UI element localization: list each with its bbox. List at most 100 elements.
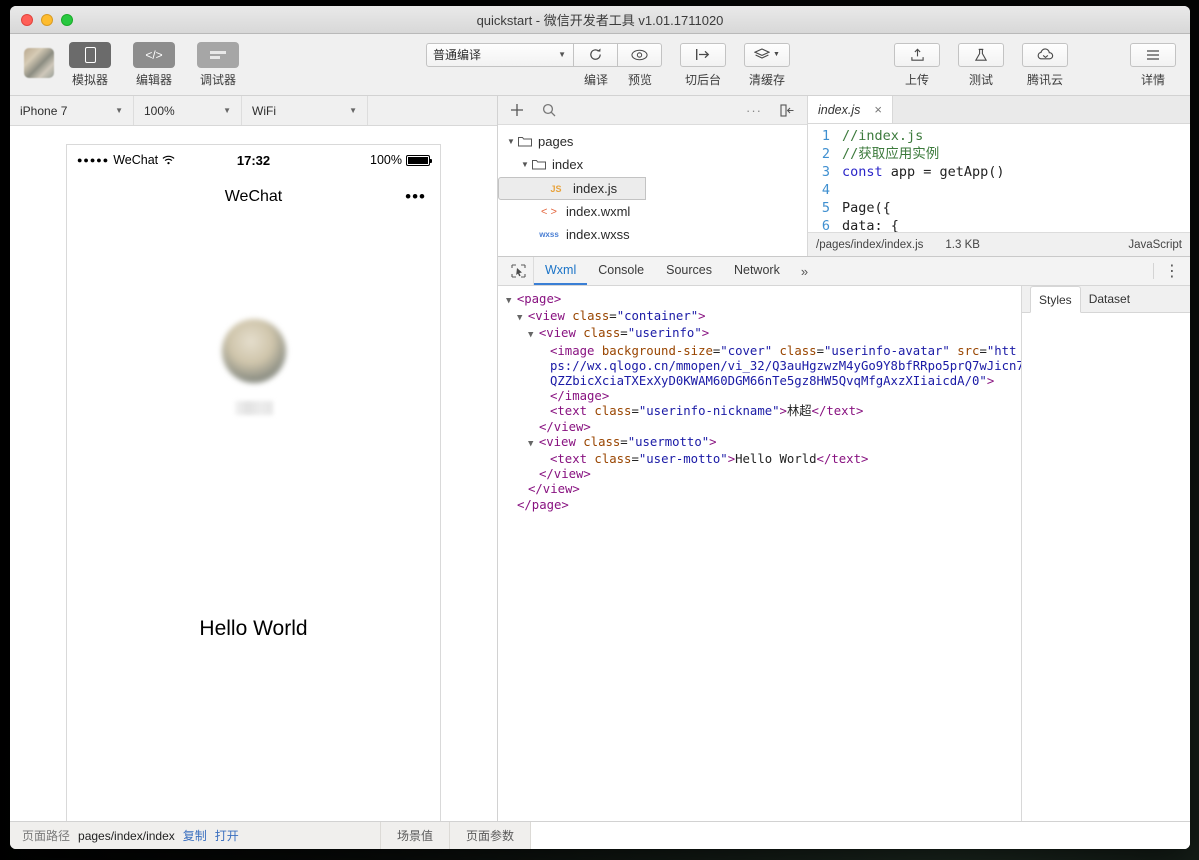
code-line: 3const app = getApp()	[808, 163, 1190, 181]
flask-icon	[958, 43, 1004, 67]
compile-button[interactable]: 编译	[574, 42, 618, 88]
collapse-panel-icon[interactable]	[780, 104, 795, 117]
wxml-node[interactable]: ▼ <view class="container">	[506, 309, 1013, 326]
wxml-node[interactable]: ▼ <view class="userinfo">	[506, 326, 1013, 343]
tree-item-index-folder[interactable]: ▼ index	[498, 153, 807, 176]
tree-item-index-wxml[interactable]: < > index.wxml	[498, 200, 807, 223]
user-avatar-icon[interactable]	[24, 48, 54, 78]
wxml-node[interactable]: ▼ <view class="usermotto">	[506, 435, 1013, 452]
toolbar-button-simulator[interactable]: 模拟器	[62, 42, 118, 88]
phone-carrier-label: WeChat	[113, 153, 158, 167]
phone-frame: ●●●●● WeChat 17:32 100% W	[66, 144, 441, 849]
compile-controls: 普通编译 ▼ 编译 预览	[426, 42, 662, 88]
device-select-value: iPhone 7	[20, 104, 67, 118]
more-options-icon[interactable]: ···	[746, 103, 762, 118]
styles-tab-styles[interactable]: Styles	[1030, 286, 1081, 313]
toolbar-button-debugger-label: 调试器	[200, 71, 236, 88]
wxml-node[interactable]: </view>	[506, 467, 1013, 482]
devtools-tab-label: Console	[598, 263, 644, 277]
styles-pane: Styles Dataset	[1022, 286, 1190, 821]
folder-icon	[532, 159, 546, 170]
chevron-down-icon[interactable]: ▼	[528, 439, 539, 449]
styles-tab-dataset[interactable]: Dataset	[1081, 286, 1138, 312]
styles-tab-label: Styles	[1039, 293, 1072, 307]
clear-cache-button[interactable]: ▼ 清缓存	[744, 42, 790, 88]
tencent-cloud-button[interactable]: 腾讯云	[1022, 42, 1068, 88]
devtools-tab-wxml[interactable]: Wxml	[534, 257, 587, 285]
devtools-tab-label: Sources	[666, 263, 712, 277]
tree-item-index-wxss[interactable]: wxss index.wxss	[498, 223, 807, 246]
chevron-down-icon[interactable]: ▼	[504, 137, 518, 146]
code-line-text: Page({	[842, 199, 891, 217]
toolbar-button-editor[interactable]: </> 编辑器	[126, 42, 182, 88]
compile-mode-select[interactable]: 普通编译 ▼	[426, 43, 574, 67]
devtools-tab-sources[interactable]: Sources	[655, 257, 723, 285]
devtools-tab-console[interactable]: Console	[587, 257, 655, 285]
editor-tab-label: index.js	[818, 103, 860, 117]
window-controls[interactable]	[21, 14, 73, 26]
wxml-node[interactable]: </view>	[506, 420, 1013, 435]
zoom-select[interactable]: 100% ▼	[134, 96, 242, 125]
page-params-button[interactable]: 页面参数	[449, 822, 530, 849]
tree-item-label: index.wxss	[566, 227, 630, 242]
editor-tab-index-js[interactable]: index.js ×	[808, 96, 893, 123]
chevron-down-icon[interactable]: ▼	[506, 296, 517, 306]
wxml-node[interactable]: <text class="user-motto">Hello World</te…	[506, 452, 1013, 467]
editor-code-area[interactable]: 1//index.js2//获取应用实例3const app = getApp(…	[808, 124, 1190, 232]
wxml-node[interactable]: ps://wx.qlogo.cn/mmopen/vi_32/Q3auHgzwzM…	[506, 359, 1013, 374]
toolbar-button-editor-label: 编辑器	[136, 71, 172, 88]
devtools-tab-label: Network	[734, 263, 780, 277]
wxml-node[interactable]: ▼ <page>	[506, 292, 1013, 309]
network-select[interactable]: WiFi ▼	[242, 96, 368, 125]
close-button[interactable]	[21, 14, 33, 26]
upload-icon	[894, 43, 940, 67]
details-button[interactable]: 详情	[1130, 42, 1176, 88]
workspace: iPhone 7 ▼ 100% ▼ WiFi ▼ ●●●●●	[10, 96, 1190, 821]
wxml-node[interactable]: </page>	[506, 498, 1013, 513]
tree-item-pages[interactable]: ▼ pages	[498, 130, 807, 153]
devtools-tab-network[interactable]: Network	[723, 257, 791, 285]
chevron-down-icon[interactable]: ▼	[517, 313, 528, 323]
close-icon[interactable]: ×	[874, 102, 882, 117]
kebab-menu-icon[interactable]: ⋮	[1164, 261, 1180, 281]
test-button[interactable]: 测试	[958, 42, 1004, 88]
editor-language: JavaScript	[1128, 239, 1182, 251]
upload-button[interactable]: 上传	[894, 42, 940, 88]
devtools-more-tabs-icon[interactable]: »	[791, 257, 818, 285]
wxml-node[interactable]: <image background-size="cover" class="us…	[506, 344, 1013, 359]
wxml-node[interactable]: </view>	[506, 482, 1013, 497]
phone-nav-menu-icon[interactable]: •••	[405, 187, 426, 207]
wxml-node[interactable]: </image>	[506, 389, 1013, 404]
menu-icon	[1130, 43, 1176, 67]
device-select[interactable]: iPhone 7 ▼	[10, 96, 134, 125]
simulator-toolbar: iPhone 7 ▼ 100% ▼ WiFi ▼	[10, 96, 497, 126]
cursor-select-icon[interactable]	[504, 257, 534, 285]
tree-item-label: index	[552, 157, 583, 172]
code-line-number: 5	[808, 199, 842, 217]
code-line-number: 6	[808, 217, 842, 232]
battery-percent-label: 100%	[370, 153, 402, 167]
chevron-down-icon: ▼	[349, 106, 357, 115]
editor-tabstrip: index.js ×	[808, 96, 1190, 124]
styles-tabstrip: Styles Dataset	[1022, 286, 1190, 313]
minimize-button[interactable]	[41, 14, 53, 26]
clear-cache-button-label: 清缓存	[749, 71, 785, 88]
preview-button[interactable]: 预览	[618, 42, 662, 88]
code-line: 5Page({	[808, 199, 1190, 217]
add-file-button[interactable]	[510, 103, 524, 117]
editor-row: ··· ▼ pages	[498, 96, 1190, 256]
wxml-tree-view[interactable]: ▼ <page>▼ <view class="container">▼ <vie…	[498, 286, 1022, 821]
code-line: 2//获取应用实例	[808, 145, 1190, 163]
code-line-number: 1	[808, 127, 842, 145]
tree-item-index-js[interactable]: JS index.js	[498, 177, 646, 200]
chevron-down-icon[interactable]: ▼	[518, 160, 532, 169]
toolbar-button-debugger[interactable]: 调试器	[190, 42, 246, 88]
chevron-down-icon[interactable]: ▼	[528, 330, 539, 340]
search-icon[interactable]	[542, 103, 556, 117]
code-line-number: 2	[808, 145, 842, 163]
wxml-node[interactable]: <text class="userinfo-nickname">林超</text…	[506, 404, 1013, 419]
maximize-button[interactable]	[61, 14, 73, 26]
eye-icon	[618, 43, 662, 67]
wxml-node[interactable]: QZZbicXciaTXExXyD0KWAM60DGM66nTe5gz8HW5Q…	[506, 374, 1013, 389]
background-button[interactable]: 切后台	[680, 42, 726, 88]
